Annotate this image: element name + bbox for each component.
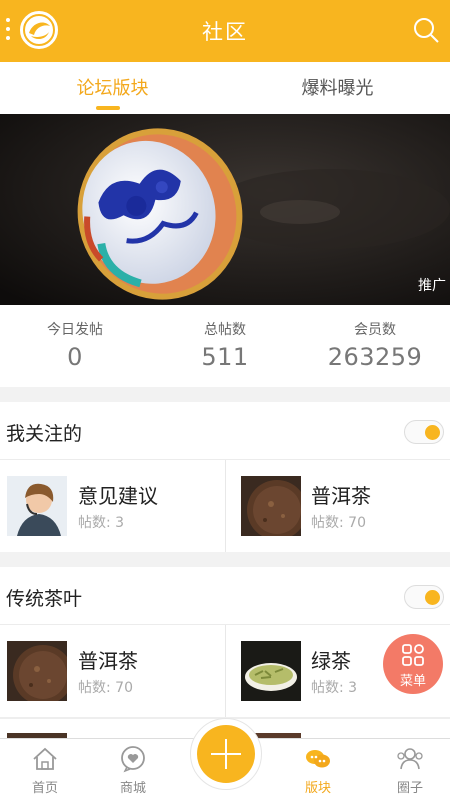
- nav-boards[interactable]: 版块: [273, 739, 363, 800]
- section-title: 传统茶叶: [6, 588, 83, 610]
- board-thumbnail: [7, 476, 67, 536]
- promo-tag: 推广: [418, 278, 446, 294]
- tea-cup-image: [0, 114, 450, 305]
- stat-value: 263259: [327, 343, 423, 371]
- tab-forum-sections[interactable]: 论坛版块: [0, 74, 225, 100]
- people-icon: [397, 748, 423, 770]
- board-name: 绿茶: [311, 649, 351, 673]
- stat-value: 511: [201, 343, 249, 371]
- stat-today-posts: 今日发帖 0: [0, 319, 150, 371]
- create-post-button-wrap: [190, 718, 262, 790]
- nav-home[interactable]: 首页: [0, 739, 90, 800]
- board-post-count: 帖数: 70: [78, 680, 133, 696]
- section-row: 意见建议 帖数: 3 普洱茶 帖数: 70: [0, 460, 450, 552]
- nav-label: 商城: [119, 781, 146, 796]
- section-header-traditional-tea: 传统茶叶: [0, 567, 450, 625]
- section-header-following: 我关注的: [0, 402, 450, 460]
- stat-label: 今日发帖: [47, 322, 103, 338]
- board-name: 普洱茶: [78, 649, 138, 673]
- plus-icon: [211, 739, 241, 769]
- nav-label: 圈子: [396, 781, 423, 796]
- nav-mall[interactable]: 商城: [88, 739, 178, 800]
- top-bar: 社区: [0, 0, 450, 62]
- home-icon: [33, 747, 57, 770]
- board-post-count: 帖数: 3: [311, 680, 358, 696]
- board-name: 意见建议: [78, 484, 158, 508]
- board-thumbnail: [241, 641, 301, 701]
- board-card-partial[interactable]: [0, 719, 225, 738]
- create-post-button[interactable]: [197, 725, 255, 783]
- stat-total-posts: 总帖数 511: [150, 319, 300, 371]
- search-icon[interactable]: [412, 16, 440, 44]
- board-thumbnail: [7, 641, 67, 701]
- stat-value: 0: [67, 343, 83, 371]
- tab-exposure[interactable]: 爆料曝光: [225, 74, 450, 100]
- board-card-puer[interactable]: 普洱茶 帖数: 70: [0, 625, 225, 717]
- nav-circles[interactable]: 圈子: [365, 739, 450, 800]
- board-post-count: 帖数: 70: [311, 515, 366, 531]
- stat-label: 会员数: [354, 322, 396, 338]
- stat-label: 总帖数: [204, 322, 246, 338]
- board-name: 普洱茶: [311, 484, 371, 508]
- board-thumbnail: [241, 476, 301, 536]
- page-title: 社区: [202, 20, 248, 44]
- board-card-puer[interactable]: 普洱茶 帖数: 70: [225, 460, 450, 552]
- floating-menu-button[interactable]: 菜单: [383, 634, 443, 694]
- heart-bubble-icon: [121, 746, 145, 773]
- promo-banner[interactable]: 推广: [0, 114, 450, 305]
- chat-bubbles-icon: [306, 750, 330, 768]
- section-toggle[interactable]: [404, 420, 444, 444]
- forum-stats: 今日发帖 0 总帖数 511 会员数 263259: [0, 305, 450, 387]
- board-post-count: 帖数: 3: [78, 515, 125, 531]
- grid-icon: [402, 644, 424, 666]
- board-card-feedback[interactable]: 意见建议 帖数: 3: [0, 460, 225, 552]
- floating-menu-label: 菜单: [399, 674, 426, 689]
- board-card-partial[interactable]: [225, 719, 450, 738]
- nav-label: 版块: [304, 781, 331, 796]
- nav-label: 首页: [31, 781, 58, 796]
- stat-members: 会员数 263259: [300, 319, 450, 371]
- active-tab-indicator: [96, 106, 120, 110]
- section-title: 我关注的: [6, 423, 83, 445]
- section-toggle[interactable]: [404, 585, 444, 609]
- tab-bar: 论坛版块 爆料曝光: [0, 62, 450, 114]
